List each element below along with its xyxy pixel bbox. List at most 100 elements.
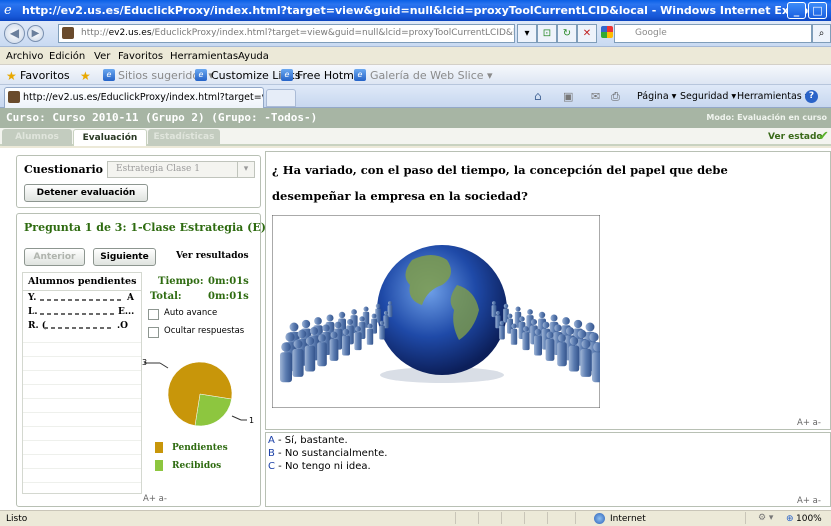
menu-archivo[interactable]: Archivo	[6, 51, 43, 62]
auto-advance-checkbox[interactable]	[148, 309, 159, 320]
compatibility-view-icon[interactable]: ⊡	[537, 24, 557, 43]
browser-tab-title: http://ev2.us.es/EduclickProxy/index.htm…	[23, 92, 264, 103]
person-head	[330, 331, 338, 339]
person-head	[550, 314, 558, 322]
search-icon[interactable]: ⌕	[812, 24, 831, 43]
answer-text: - No tengo ni idea.	[274, 461, 371, 472]
home-icon[interactable]: ⌂	[534, 89, 542, 103]
search-placeholder: Google	[635, 28, 667, 38]
new-tab-button[interactable]	[266, 89, 296, 107]
ie-favicon-icon: e	[281, 69, 293, 81]
person-head	[326, 314, 334, 322]
person-body	[379, 325, 385, 340]
person-head	[351, 309, 357, 315]
responses-pie-chart: 3 1	[142, 358, 254, 427]
chevron-down-icon[interactable]: ▾	[237, 162, 254, 177]
print-icon[interactable]: ⎙	[611, 90, 620, 104]
page-menu[interactable]: Página ▾	[637, 91, 676, 102]
quiz-select[interactable]: Estrategia Clase 1	[107, 161, 255, 178]
question-font-controls[interactable]: A+ a-	[797, 418, 821, 428]
person-head	[569, 336, 579, 346]
menu-herramientas[interactable]: Herramientas	[170, 51, 238, 62]
person-head	[546, 331, 554, 339]
answer-letter: A	[268, 435, 275, 446]
answer-b: B - No sustancialmente.	[268, 448, 387, 459]
browser-tab-active[interactable]: http://ev2.us.es/EduclickProxy/index.htm…	[4, 87, 264, 108]
mail-icon[interactable]: ✉	[591, 90, 600, 103]
help-icon[interactable]: ?	[805, 90, 818, 103]
ie-favicon-icon: e	[195, 69, 207, 81]
person-head	[289, 322, 299, 332]
maximize-button[interactable]: □	[808, 2, 827, 19]
person-body	[545, 338, 555, 361]
forward-arrow-icon[interactable]: ▶	[27, 25, 44, 42]
menu-ayuda[interactable]: Ayuda	[238, 51, 269, 62]
question-panel-title: Pregunta 1 de 3: 1-Clase Estrategia (E)	[24, 221, 266, 234]
person-head	[297, 329, 307, 339]
person-head	[318, 334, 326, 342]
security-menu[interactable]: Seguridad ▾	[680, 91, 736, 102]
protected-mode-icon[interactable]: ⚙ ▾	[758, 513, 773, 523]
zoom-level[interactable]: 100%	[796, 514, 822, 524]
stop-icon[interactable]: ✕	[577, 24, 597, 43]
ver-estado-link[interactable]: Ver estado	[768, 132, 823, 142]
search-input[interactable]: Google	[614, 24, 812, 43]
legend-swatch-received	[155, 460, 163, 471]
stop-evaluation-button[interactable]: Detener evaluación	[24, 184, 148, 202]
menu-ver[interactable]: Ver	[94, 51, 110, 62]
hide-answers-checkbox[interactable]	[148, 327, 159, 338]
question-image	[272, 215, 600, 408]
status-divider	[524, 512, 525, 524]
person-head	[334, 321, 342, 329]
person-head	[342, 328, 350, 336]
mode-label: Modo: Evaluación en curso	[706, 113, 827, 122]
person-body	[366, 328, 374, 345]
tab-evaluacion[interactable]: Evaluación	[73, 129, 147, 146]
menu-favoritos[interactable]: Favoritos	[118, 51, 163, 62]
add-favorite-icon[interactable]: ★	[80, 69, 91, 83]
time-label: Tiempo:	[158, 276, 204, 287]
favorites-button[interactable]: Favoritos	[20, 69, 70, 82]
student-name-suffix: .O	[117, 321, 128, 331]
zoom-icon[interactable]: ⊕	[786, 514, 794, 524]
status-divider	[455, 512, 456, 524]
person-head	[322, 324, 330, 332]
person-body	[592, 352, 600, 383]
student-name: R. (	[28, 321, 47, 331]
web-slice-gallery-link[interactable]: Galería de Web Slice ▾	[370, 69, 493, 82]
address-input[interactable]: http://ev2.us.es/EduclickProxy/index.htm…	[58, 24, 515, 43]
person-head	[499, 320, 505, 326]
refresh-icon[interactable]: ↻	[557, 24, 577, 43]
menu-edicion[interactable]: Edición	[49, 51, 85, 62]
next-button[interactable]: Siguiente	[93, 248, 156, 266]
status-divider	[501, 512, 502, 524]
previous-button[interactable]: Anterior	[24, 248, 85, 266]
tab-estadisticas[interactable]: Estadísticas	[148, 129, 220, 146]
time-value: 0m:01s	[208, 276, 249, 287]
address-dropdown-icon[interactable]: ▾	[517, 24, 537, 43]
answer-text: - No sustancialmente.	[274, 448, 388, 459]
course-title: Curso: Curso 2010-11 (Grupo 2) (Grupo: -…	[6, 111, 318, 124]
window-title-bar: http://ev2.us.es/EduclickProxy/index.htm…	[0, 0, 831, 21]
minimize-button[interactable]: _	[787, 2, 806, 19]
answers-font-controls[interactable]: A+ a-	[797, 496, 821, 506]
person-head	[492, 301, 496, 305]
status-divider	[478, 512, 479, 524]
person-head	[338, 311, 346, 319]
answer-a: A - Sí, bastante.	[268, 435, 348, 446]
redacted-name-bar	[40, 299, 124, 301]
favorites-star-icon: ★	[6, 69, 17, 83]
status-text: Listo	[6, 514, 28, 524]
person-head	[314, 317, 322, 325]
person-body	[387, 305, 393, 318]
tab-alumnos[interactable]: Alumnos	[2, 129, 72, 146]
font-size-controls[interactable]: A+ a-	[143, 494, 167, 504]
view-results-link[interactable]: Ver resultados	[176, 251, 249, 261]
feeds-icon[interactable]: ▣	[563, 90, 573, 103]
back-arrow-icon[interactable]: ◀	[4, 23, 25, 44]
person-head	[363, 306, 369, 312]
person-body	[534, 335, 542, 356]
question-text-line2: desempeñar la empresa en la sociedad?	[272, 189, 528, 203]
person-head	[573, 319, 583, 329]
tools-menu[interactable]: Herramientas ▾	[737, 91, 810, 102]
